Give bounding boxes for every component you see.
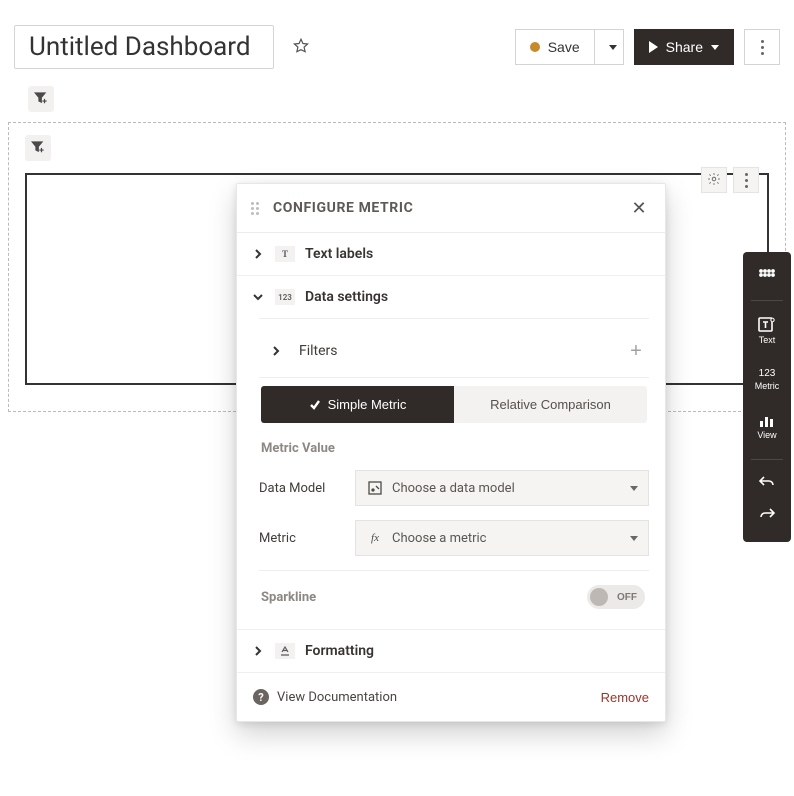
- funnel-plus-icon: [31, 140, 45, 157]
- remove-button[interactable]: Remove: [601, 690, 649, 705]
- unsaved-dot-icon: [530, 42, 540, 52]
- save-label: Save: [548, 39, 580, 55]
- rail-text-label: Text: [759, 335, 776, 345]
- gear-icon: [707, 172, 721, 189]
- metric-placeholder: Choose a metric: [392, 531, 487, 546]
- rail-grid-button[interactable]: [747, 262, 787, 290]
- play-icon: [649, 41, 658, 53]
- close-icon: ✕: [631, 198, 646, 219]
- segment-label: Relative Comparison: [490, 397, 611, 412]
- sparkline-toggle[interactable]: OFF: [587, 585, 645, 609]
- widget-toolbar: [701, 167, 759, 193]
- metric-row: Metric fx Choose a metric: [259, 520, 649, 556]
- filters-subsection-toggle[interactable]: Filters +: [259, 325, 649, 377]
- panel-close-button[interactable]: ✕: [627, 196, 651, 220]
- caret-down-icon: [711, 45, 719, 50]
- panel-footer: ? View Documentation Remove: [237, 673, 665, 721]
- top-filter-row: [0, 76, 794, 122]
- view-documentation-link[interactable]: ? View Documentation: [253, 689, 397, 705]
- share-label: Share: [666, 39, 703, 55]
- metric-select[interactable]: fx Choose a metric: [355, 520, 649, 556]
- save-button[interactable]: Save: [515, 29, 594, 65]
- toggle-knob-icon: [590, 588, 608, 606]
- text-badge-icon: T: [275, 246, 295, 262]
- section-label: Text labels: [305, 246, 373, 262]
- panel-title: CONFIGURE METRIC: [273, 200, 627, 216]
- chevron-down-icon: [251, 290, 265, 304]
- rail-view-label: View: [757, 430, 776, 440]
- bar-chart-icon: [759, 414, 775, 430]
- widget-more-button[interactable]: [733, 167, 759, 193]
- dots-vertical-icon: [745, 173, 748, 188]
- segment-relative-comparison[interactable]: Relative Comparison: [454, 386, 647, 423]
- segment-label: Simple Metric: [328, 397, 407, 412]
- rail-metric-button[interactable]: 123 Metric: [747, 357, 787, 401]
- filters-label: Filters: [299, 343, 623, 359]
- more-menu-button[interactable]: [744, 29, 780, 65]
- favorite-star-button[interactable]: [290, 36, 312, 58]
- section-text-labels-toggle[interactable]: T Text labels: [237, 233, 665, 275]
- data-model-select[interactable]: Choose a data model: [355, 470, 649, 506]
- section-formatting: Formatting: [237, 630, 665, 673]
- widget-settings-button[interactable]: [701, 167, 727, 193]
- star-icon: [292, 37, 310, 58]
- rail-view-button[interactable]: View: [747, 405, 787, 449]
- help-icon: ?: [253, 689, 269, 705]
- caret-down-icon: [609, 45, 617, 50]
- dots-vertical-icon: [761, 40, 764, 55]
- fx-icon: fx: [366, 529, 384, 547]
- rail-text-button[interactable]: Text: [747, 309, 787, 353]
- undo-icon: [758, 474, 776, 490]
- section-label: Data settings: [305, 289, 388, 305]
- data-model-label: Data Model: [259, 481, 355, 496]
- rail-separator: [751, 459, 783, 460]
- data-model-icon: [366, 479, 384, 497]
- caret-down-icon: [630, 536, 638, 541]
- rail-undo-button[interactable]: [747, 468, 787, 496]
- widget-add-filter-button[interactable]: [25, 135, 51, 161]
- widget-filter-row: [25, 135, 769, 161]
- add-filter-button[interactable]: +: [623, 338, 649, 364]
- formatting-badge-icon: [275, 643, 295, 659]
- rail-metric-label: Metric: [755, 381, 780, 391]
- redo-icon: [758, 506, 776, 522]
- chevron-right-icon: [251, 247, 265, 261]
- funnel-plus-icon: [34, 91, 48, 108]
- plus-icon: +: [630, 340, 642, 362]
- metric-type-segmented: Simple Metric Relative Comparison: [261, 386, 647, 423]
- share-button[interactable]: Share: [634, 29, 734, 65]
- save-dropdown-button[interactable]: [594, 29, 624, 65]
- metric-value-heading: Metric Value: [261, 441, 649, 456]
- caret-down-icon: [630, 486, 638, 491]
- sparkline-label: Sparkline: [261, 590, 587, 605]
- metric-label: Metric: [259, 531, 355, 546]
- header-bar: Untitled Dashboard Save Share: [0, 0, 794, 76]
- rail-metric-sub: 123: [759, 368, 776, 379]
- segment-simple-metric[interactable]: Simple Metric: [261, 386, 454, 423]
- panel-header: CONFIGURE METRIC ✕: [237, 184, 665, 233]
- dashboard-title-input[interactable]: Untitled Dashboard: [14, 25, 274, 69]
- sparkline-row: Sparkline OFF: [259, 577, 649, 629]
- section-data-settings: 123 Data settings Filters + Simple Metri…: [237, 276, 665, 630]
- number-badge-icon: 123: [275, 289, 295, 305]
- drag-handle-icon[interactable]: [251, 202, 263, 215]
- text-add-icon: [758, 317, 776, 335]
- data-model-placeholder: Choose a data model: [392, 481, 515, 496]
- chevron-right-icon: [251, 644, 265, 658]
- rail-separator: [751, 300, 783, 301]
- grid-dots-icon: [759, 269, 775, 283]
- rail-redo-button[interactable]: [747, 500, 787, 528]
- section-text-labels: T Text labels: [237, 233, 665, 276]
- chevron-right-icon: [269, 344, 283, 358]
- section-label: Formatting: [305, 643, 374, 659]
- doc-label: View Documentation: [277, 690, 397, 705]
- save-button-group: Save: [515, 29, 624, 65]
- widget-palette-rail: Text 123 Metric View: [743, 252, 791, 542]
- add-filter-button[interactable]: [28, 86, 54, 112]
- section-data-settings-toggle[interactable]: 123 Data settings: [237, 276, 665, 318]
- data-model-row: Data Model Choose a data model: [259, 470, 649, 506]
- configure-metric-panel: CONFIGURE METRIC ✕ T Text labels 123 Dat…: [236, 183, 666, 722]
- section-formatting-toggle[interactable]: Formatting: [237, 630, 665, 672]
- toggle-state: OFF: [617, 592, 637, 603]
